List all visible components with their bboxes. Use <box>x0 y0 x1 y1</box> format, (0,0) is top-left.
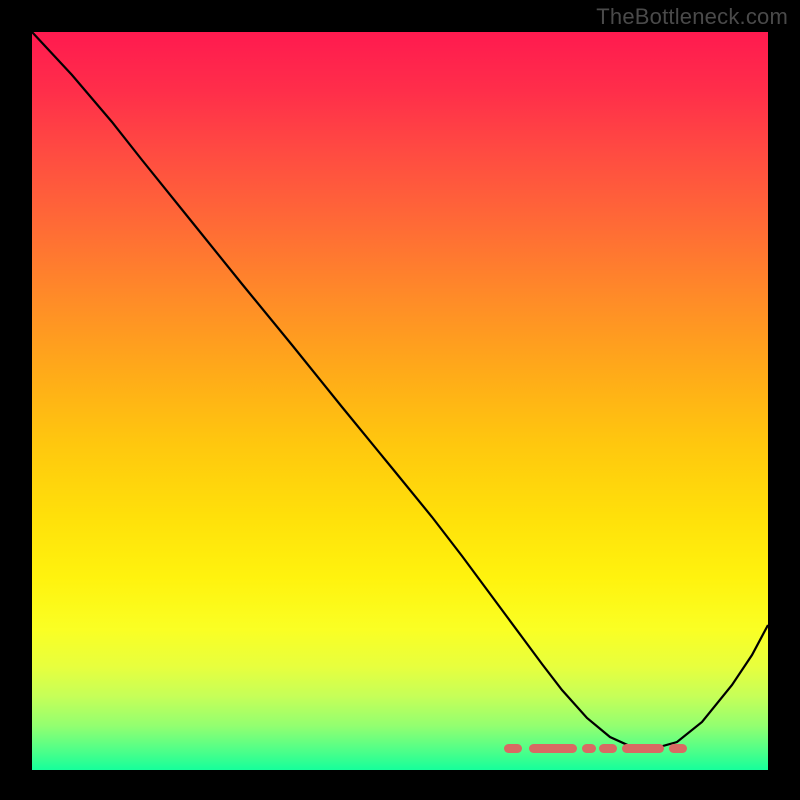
attribution-label: TheBottleneck.com <box>596 4 788 30</box>
bottleneck-curve <box>32 32 768 770</box>
chart-plot-area <box>32 32 768 770</box>
